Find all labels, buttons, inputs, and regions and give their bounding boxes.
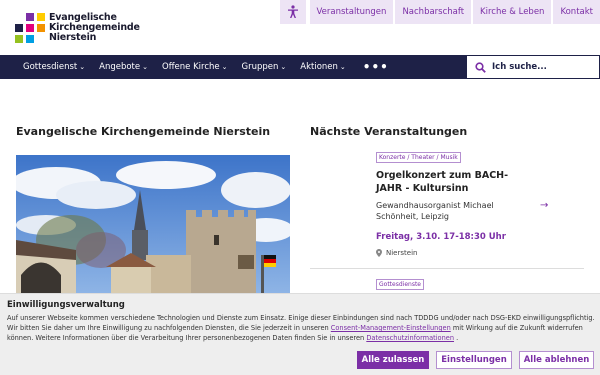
event-date: Freitag, 3.10. 17-18:30 Uhr [376, 232, 506, 242]
arrow-right-icon[interactable]: → [540, 200, 548, 211]
logo-line: Kirchengemeinde [49, 21, 140, 33]
chevron-down-icon: ⌄ [280, 63, 287, 71]
nav-item-gruppen[interactable]: Gruppen ⌄ [235, 62, 294, 72]
consent-settings-link[interactable]: Consent-Management-Einstellungen [331, 324, 451, 332]
section-heading-events: Nächste Veranstaltungen [310, 125, 468, 138]
section-heading-parish: Evangelische Kirchengemeinde Nierstein [16, 125, 271, 138]
nav-label: Gottesdienst [23, 62, 78, 72]
event-subtitle: Gewandhausorganist Michael Schönheit, Le… [376, 201, 494, 221]
logo-text: Evangelische Kirchengemeinde Nierstein [49, 11, 140, 43]
more-menu-button[interactable]: ••• [353, 60, 399, 74]
event-category-tag[interactable]: Konzerte / Theater / Musik [376, 152, 461, 163]
nav-label: Aktionen [300, 62, 338, 72]
chevron-down-icon: ⌄ [221, 63, 228, 71]
event-location: Nierstein [376, 249, 417, 257]
nav-item-gottesdienst[interactable]: Gottesdienst ⌄ [16, 62, 92, 72]
cross-logo-icon [15, 12, 45, 43]
event-title[interactable]: Orgelkonzert zum BACH-JAHR - Kultursinn [376, 170, 526, 195]
logo-line: Nierstein [49, 31, 97, 43]
event-divider [310, 268, 584, 269]
topnav-nachbarschaft[interactable]: Nachbarschaft [395, 0, 472, 24]
topnav-kontakt[interactable]: Kontakt [553, 0, 600, 24]
reject-all-button[interactable]: Alle ablehnen [519, 351, 594, 369]
location-pin-icon [376, 249, 382, 257]
accessibility-icon [287, 5, 298, 18]
nav-label: Angebote [99, 62, 141, 72]
page: Evangelische Kirchengemeinde Nierstein V… [0, 0, 600, 375]
search-box[interactable]: Ich suche... [466, 55, 600, 79]
search-icon [475, 61, 486, 73]
top-navigation: Veranstaltungen Nachbarschaft Kirche & L… [279, 0, 600, 24]
settings-button[interactable]: Einstellungen [436, 351, 512, 369]
logo-line: Evangelische [49, 11, 117, 23]
nav-item-angebote[interactable]: Angebote ⌄ [92, 62, 155, 72]
nav-item-aktionen[interactable]: Aktionen ⌄ [293, 62, 353, 72]
site-logo[interactable]: Evangelische Kirchengemeinde Nierstein [15, 10, 155, 45]
church-tower-image [16, 155, 290, 295]
consent-text: Auf unserer Webseite kommen verschiedene… [7, 313, 597, 343]
consent-banner: Einwilligungsverwaltung Auf unserer Webs… [0, 293, 600, 375]
main-navigation: Gottesdienst ⌄ Angebote ⌄ Offene Kirche ⌄ G… [0, 55, 600, 79]
chevron-down-icon: ⌄ [142, 63, 148, 71]
privacy-info-link[interactable]: Datenschutzinformationen [366, 334, 454, 342]
event-category-tag[interactable]: Gottesdienste [376, 279, 424, 290]
nav-label: Offene Kirche [162, 62, 220, 72]
topnav-kirche-leben[interactable]: Kirche & Leben [473, 0, 552, 24]
chevron-down-icon: ⌄ [339, 63, 346, 71]
church-photo[interactable] [16, 155, 290, 295]
header: Evangelische Kirchengemeinde Nierstein V… [0, 0, 600, 55]
consent-text-part: . [456, 334, 459, 342]
chevron-down-icon: ⌄ [79, 63, 86, 71]
search-input[interactable]: Ich suche... [492, 62, 547, 72]
accessibility-button[interactable] [279, 0, 306, 24]
event-location-label: Nierstein [386, 249, 418, 257]
topnav-veranstaltungen[interactable]: Veranstaltungen [309, 0, 394, 24]
consent-title: Einwilligungsverwaltung [7, 300, 125, 310]
nav-item-offene-kirche[interactable]: Offene Kirche ⌄ [155, 62, 235, 72]
nav-label: Gruppen [241, 62, 279, 72]
accept-all-button[interactable]: Alle zulassen [357, 351, 429, 369]
